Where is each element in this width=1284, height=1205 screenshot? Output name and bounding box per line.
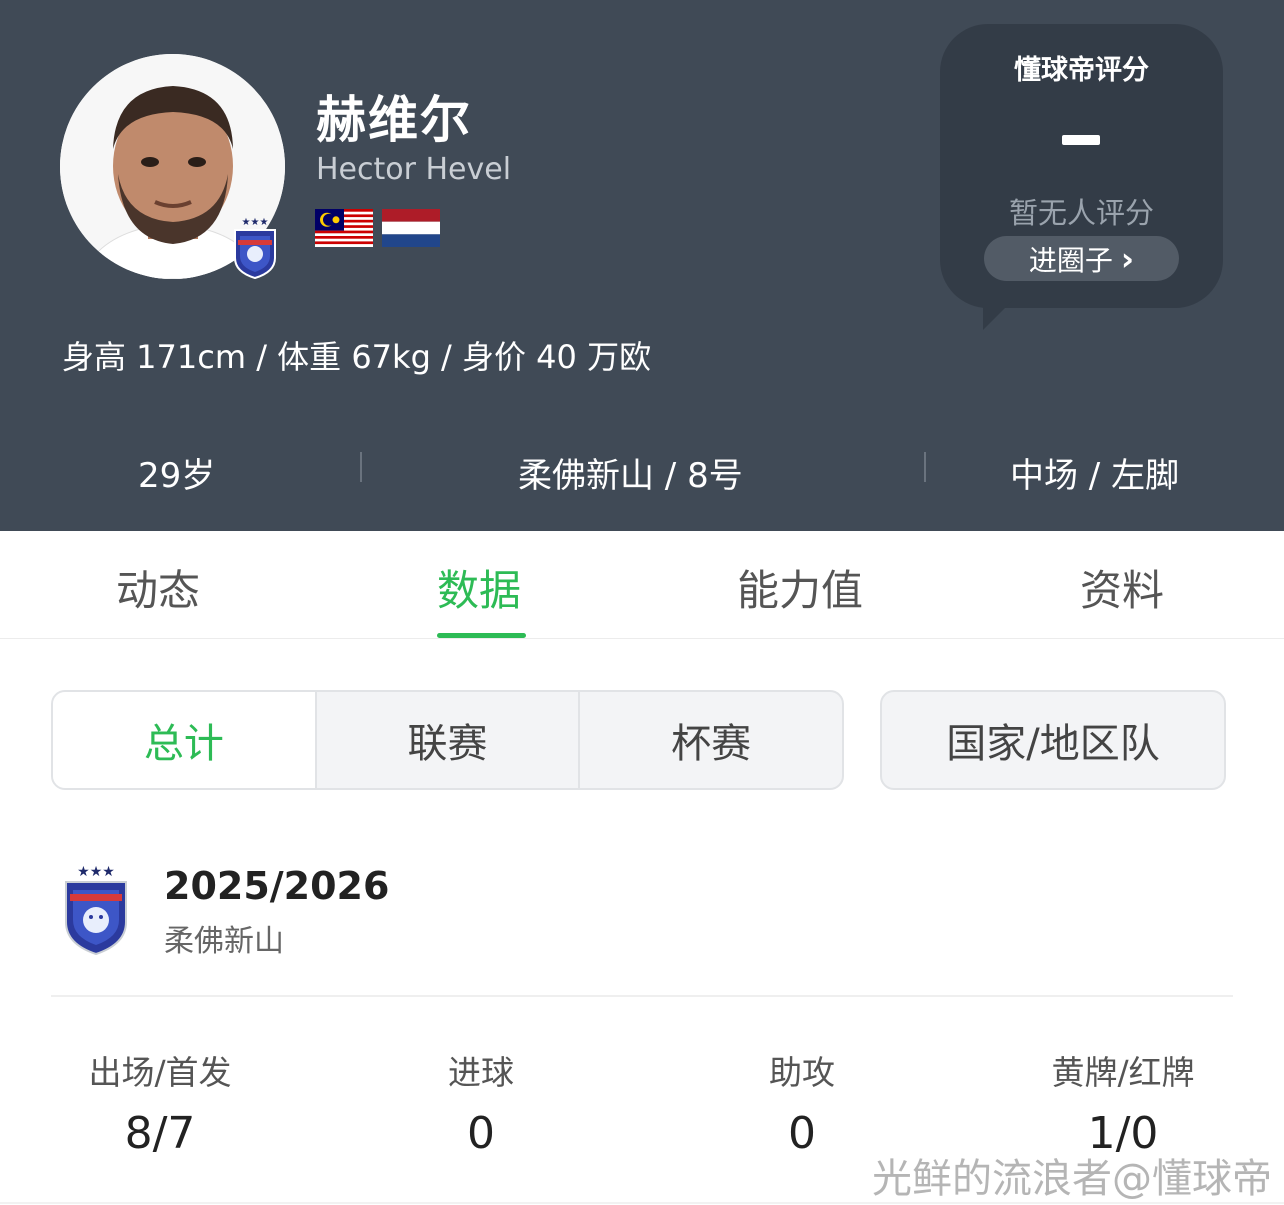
stat-label: 黄牌/红牌 bbox=[1051, 1053, 1195, 1092]
main-tabs: 动态 数据 能力值 资料 bbox=[0, 531, 1284, 639]
season-year: 2025/2026 bbox=[164, 864, 390, 908]
player-position-foot: 中场 / 左脚 bbox=[1010, 456, 1180, 496]
rating-title: 懂球帝评分 bbox=[1014, 55, 1149, 86]
player-header: ★★★ 赫维尔 Hector Hevel 身高 171cm / 体重 67kg … bbox=[0, 0, 1284, 531]
watermark: 光鲜的流浪者@懂球帝 bbox=[872, 1156, 1272, 1202]
join-circle-button[interactable]: 进圈子 › bbox=[984, 236, 1179, 281]
malaysia-flag-icon bbox=[315, 209, 373, 247]
stat-assists: 助攻 0 bbox=[642, 1046, 962, 1159]
rating-empty-text: 暂无人评分 bbox=[1008, 196, 1154, 230]
player-age: 29岁 bbox=[138, 456, 216, 496]
chevron-right-icon: › bbox=[1120, 239, 1135, 278]
tab-news[interactable]: 动态 bbox=[116, 557, 200, 618]
season-club-name: 柔佛新山 bbox=[164, 924, 284, 959]
join-circle-label: 进圈子 bbox=[1028, 243, 1113, 277]
info-divider bbox=[360, 452, 362, 482]
rating-card: 懂球帝评分 暂无人评分 进圈子 › bbox=[940, 24, 1223, 308]
stat-label: 出场/首发 bbox=[88, 1053, 232, 1092]
section-divider bbox=[51, 995, 1233, 997]
stat-label: 助攻 bbox=[769, 1053, 835, 1092]
active-tab-indicator bbox=[437, 633, 526, 638]
player-body-stats: 身高 171cm / 体重 67kg / 身价 40 万欧 bbox=[62, 338, 652, 376]
national-team-button[interactable]: 国家/地区队 bbox=[880, 690, 1226, 790]
svg-text:★★★: ★★★ bbox=[77, 864, 115, 880]
info-divider bbox=[924, 452, 926, 482]
tab-data[interactable]: 数据 bbox=[437, 557, 521, 618]
rating-bubble-tail bbox=[983, 300, 1013, 330]
stat-value: 8/7 bbox=[124, 1108, 196, 1159]
stat-cards: 黄牌/红牌 1/0 bbox=[963, 1046, 1283, 1159]
stat-goals: 进球 0 bbox=[321, 1046, 641, 1159]
rating-value-empty bbox=[1062, 135, 1100, 145]
stat-value: 0 bbox=[467, 1108, 495, 1159]
player-name-cn: 赫维尔 bbox=[316, 91, 472, 149]
stat-label: 进球 bbox=[448, 1053, 514, 1092]
svg-text:★★★: ★★★ bbox=[242, 217, 269, 228]
player-info-row: 29岁 柔佛新山 / 8号 中场 / 左脚 bbox=[0, 440, 1284, 500]
segment-league[interactable]: 联赛 bbox=[314, 692, 579, 788]
segment-total[interactable]: 总计 bbox=[53, 692, 315, 788]
player-name-en: Hector Hevel bbox=[316, 152, 512, 187]
segment-cup[interactable]: 杯赛 bbox=[578, 692, 842, 788]
stat-appearances: 出场/首发 8/7 bbox=[0, 1046, 320, 1159]
player-club-number[interactable]: 柔佛新山 / 8号 bbox=[518, 448, 743, 497]
nationality-flags bbox=[315, 209, 440, 247]
club-badge-icon: ★★★ bbox=[234, 217, 276, 280]
netherlands-flag-icon bbox=[382, 209, 440, 247]
competition-segmented-control: 总计 联赛 杯赛 bbox=[51, 690, 844, 790]
club-badge-icon[interactable]: ★★★ bbox=[62, 862, 130, 956]
tab-profile[interactable]: 资料 bbox=[1080, 557, 1164, 618]
tab-ability[interactable]: 能力值 bbox=[737, 557, 863, 618]
